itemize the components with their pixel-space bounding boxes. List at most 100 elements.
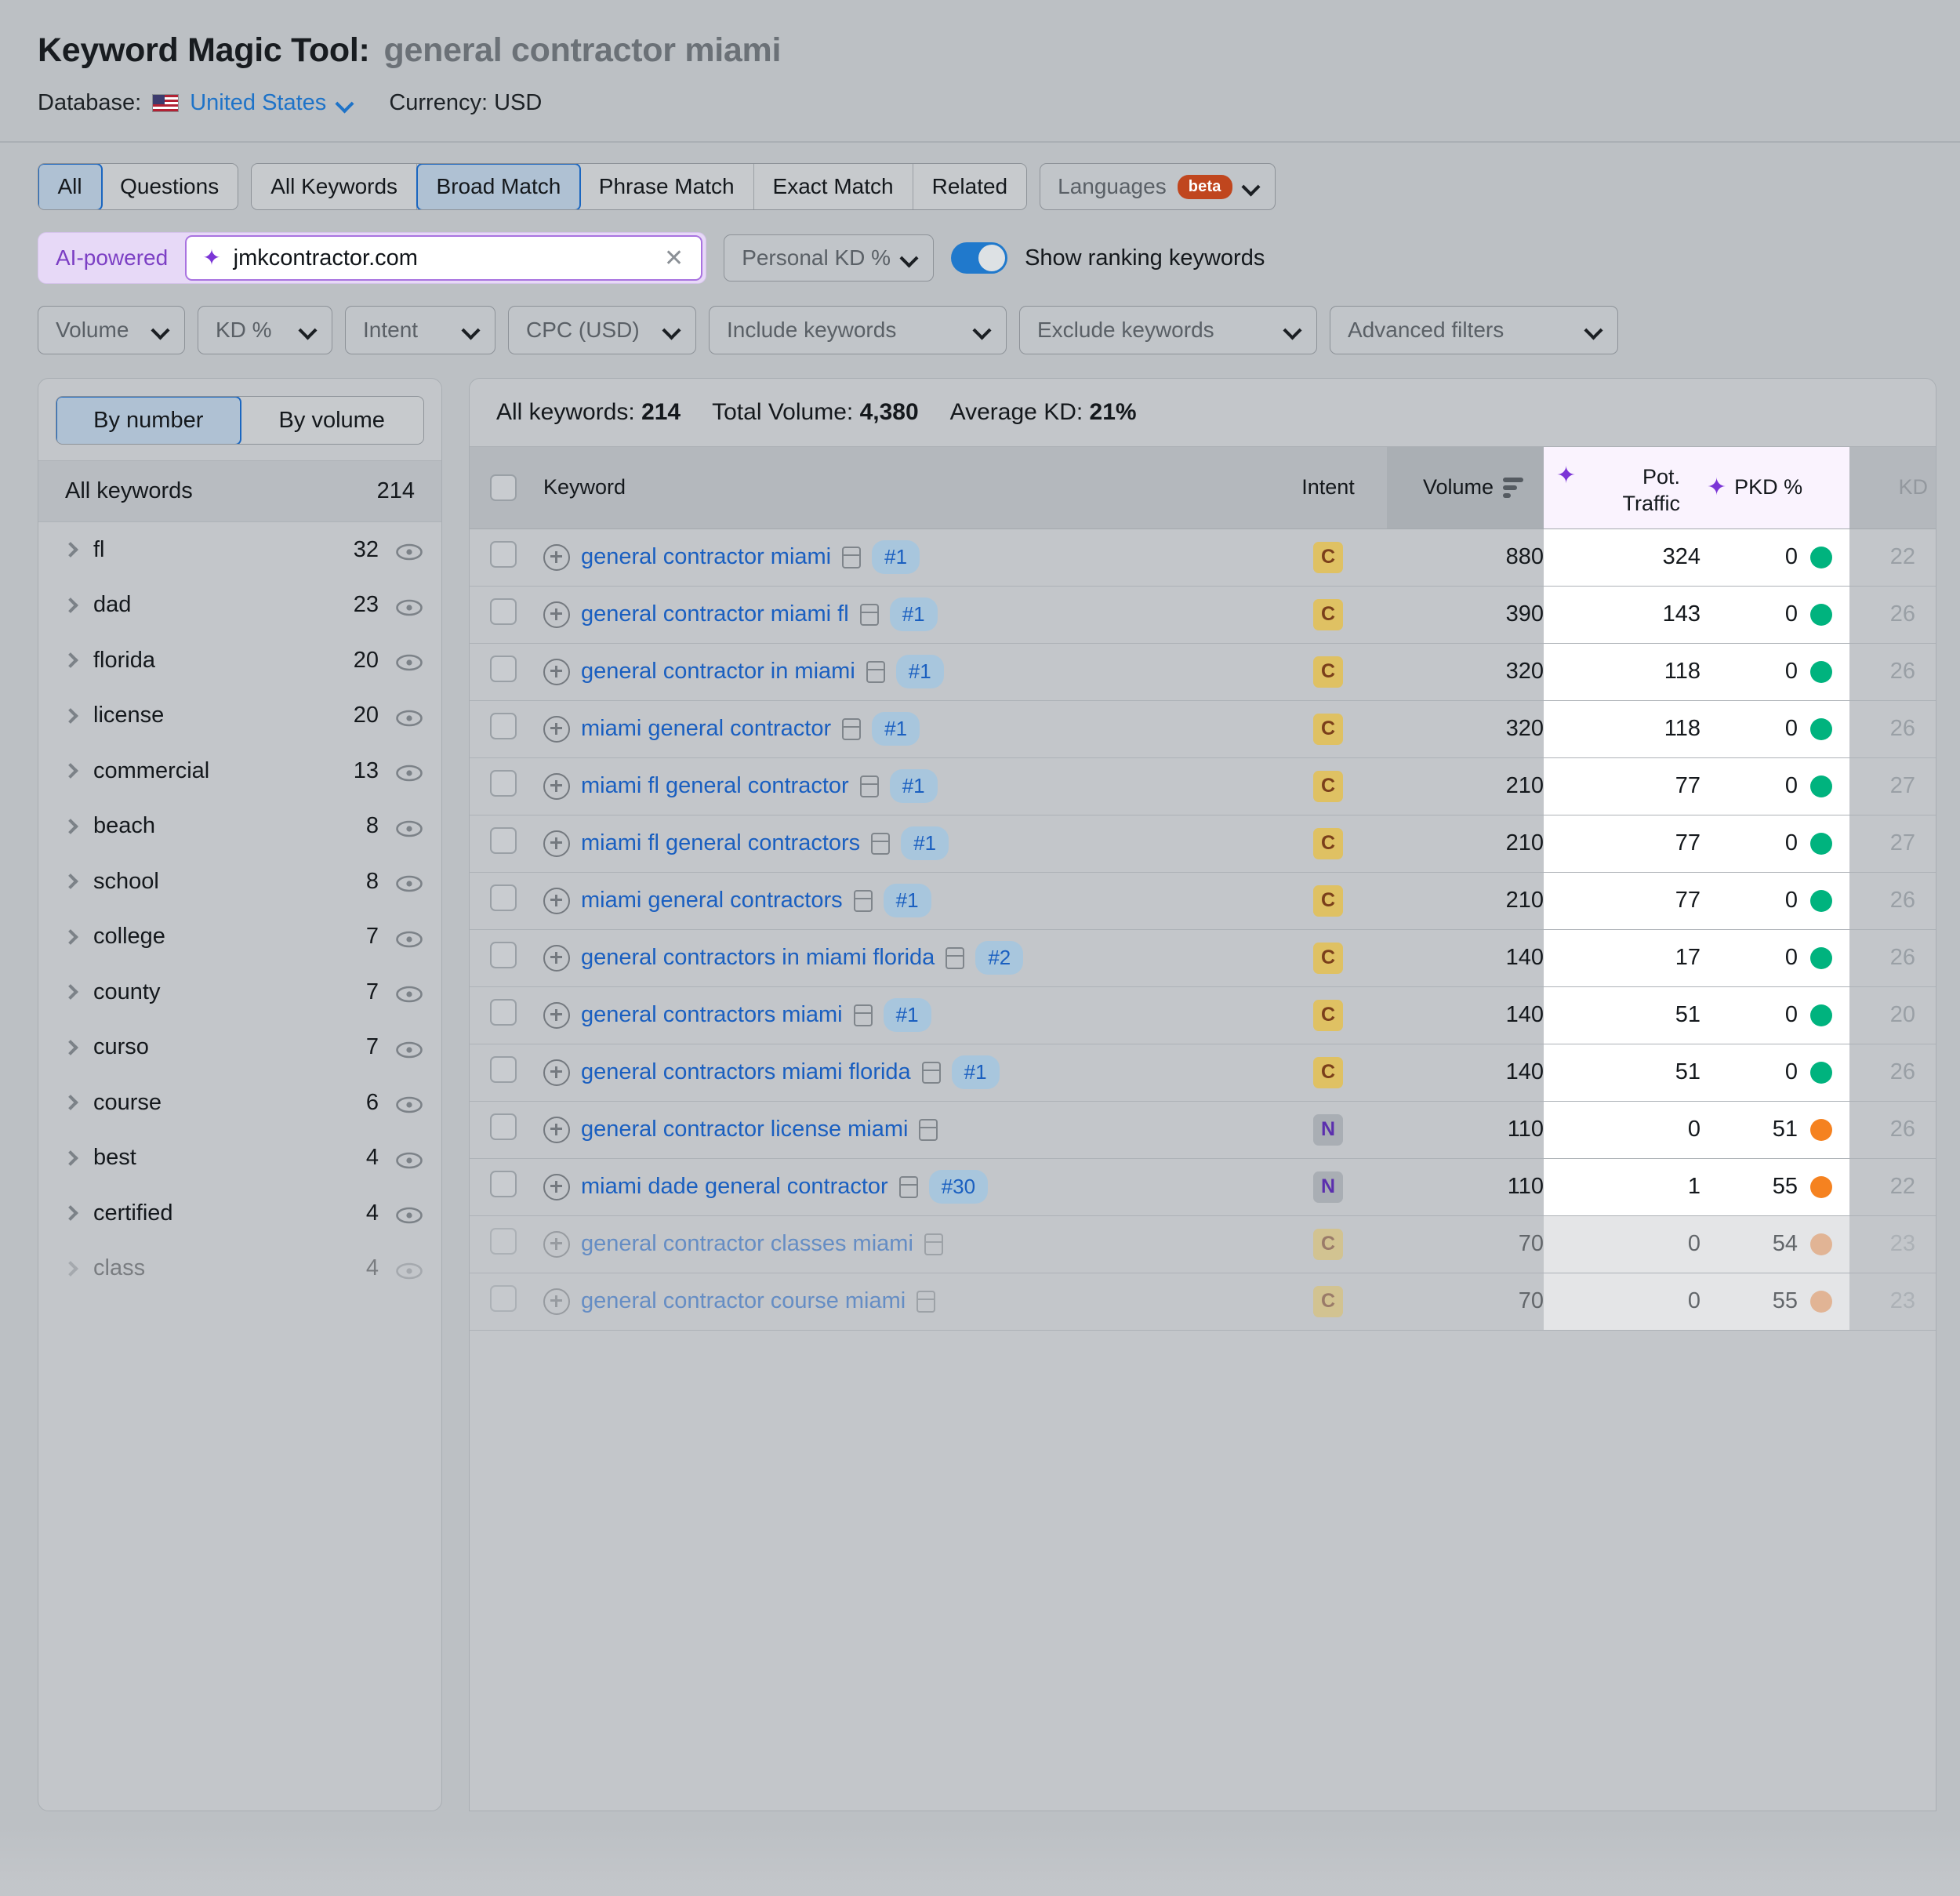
table-row[interactable]: miami general contractor #1 C 320 118 0 26 xyxy=(470,700,1936,758)
intent-badge[interactable]: C xyxy=(1313,827,1343,859)
sidebar-group-fl[interactable]: fl 32 xyxy=(38,522,441,578)
keyword-link[interactable]: general contractor in miami xyxy=(581,659,855,685)
keyword-link[interactable]: miami dade general contractor xyxy=(581,1174,888,1200)
tab-exact-match[interactable]: Exact Match xyxy=(753,164,913,209)
row-checkbox[interactable] xyxy=(490,1284,517,1312)
chevron-down-icon[interactable] xyxy=(1285,323,1299,337)
add-keyword-icon[interactable] xyxy=(543,1230,570,1258)
chevron-right-icon[interactable] xyxy=(63,652,78,669)
serp-preview-icon[interactable] xyxy=(853,889,873,912)
intent-badge[interactable]: C xyxy=(1313,884,1343,917)
eye-icon[interactable] xyxy=(396,541,423,561)
eye-icon[interactable] xyxy=(396,1260,423,1280)
add-keyword-icon[interactable] xyxy=(543,1001,570,1029)
eye-icon[interactable] xyxy=(396,597,423,616)
eye-icon[interactable] xyxy=(396,652,423,671)
column-intent[interactable]: Intent xyxy=(1269,447,1387,529)
serp-preview-icon[interactable] xyxy=(842,546,862,568)
eye-icon[interactable] xyxy=(396,818,423,837)
serp-preview-icon[interactable] xyxy=(853,1004,873,1026)
serp-preview-icon[interactable] xyxy=(921,1061,941,1084)
chevron-down-icon[interactable] xyxy=(463,323,477,337)
keyword-link[interactable]: general contractor classes miami xyxy=(581,1231,913,1257)
serp-rank-badge[interactable]: #1 xyxy=(883,884,931,917)
chevron-down-icon[interactable] xyxy=(1586,323,1600,337)
chevron-right-icon[interactable] xyxy=(63,984,78,1001)
keyword-link[interactable]: general contractor license miami xyxy=(581,1117,908,1142)
add-keyword-icon[interactable] xyxy=(543,715,570,743)
intent-badge[interactable]: C xyxy=(1313,1285,1343,1317)
filter-include-keywords[interactable]: Include keywords xyxy=(709,306,1007,354)
select-all-checkbox[interactable] xyxy=(490,474,517,501)
serp-rank-badge[interactable]: #1 xyxy=(895,655,944,688)
sidebar-group-school[interactable]: school 8 xyxy=(38,854,441,910)
chevron-down-icon[interactable] xyxy=(337,96,351,111)
add-keyword-icon[interactable] xyxy=(543,1116,570,1143)
chevron-right-icon[interactable] xyxy=(63,928,78,945)
filter-volume[interactable]: Volume xyxy=(38,306,185,354)
add-keyword-icon[interactable] xyxy=(543,658,570,685)
add-keyword-icon[interactable] xyxy=(543,543,570,571)
table-row[interactable]: general contractor license miami N 110 0 51 2… xyxy=(470,1101,1936,1159)
intent-badge[interactable]: C xyxy=(1313,999,1343,1031)
sidebar-group-certified[interactable]: certified 4 xyxy=(38,1186,441,1241)
add-keyword-icon[interactable] xyxy=(543,601,570,628)
sort-descending-icon[interactable] xyxy=(1503,477,1523,498)
clear-icon[interactable]: ✕ xyxy=(661,245,687,272)
eye-icon[interactable] xyxy=(396,928,423,948)
serp-rank-badge[interactable]: #1 xyxy=(883,998,931,1032)
chevron-down-icon[interactable] xyxy=(153,323,167,337)
chevron-right-icon[interactable] xyxy=(63,542,78,558)
row-checkbox[interactable] xyxy=(490,826,517,854)
table-row[interactable]: miami fl general contractor #1 C 210 77 0 27 xyxy=(470,757,1936,815)
keyword-link[interactable]: general contractor miami fl xyxy=(581,601,849,627)
table-row[interactable]: general contractors miami #1 C 140 51 0 20 xyxy=(470,986,1936,1044)
tab-questions[interactable]: Questions xyxy=(101,164,238,209)
serp-preview-icon[interactable] xyxy=(946,946,965,969)
filter-cpc[interactable]: CPC (USD) xyxy=(508,306,696,354)
table-row[interactable]: general contractor miami fl #1 C 390 143 0 26 xyxy=(470,586,1936,644)
row-checkbox[interactable] xyxy=(490,884,517,911)
sidebar-item-all-keywords[interactable]: All keywords 214 xyxy=(38,460,441,522)
intent-badge[interactable]: N xyxy=(1313,1171,1343,1203)
row-checkbox[interactable] xyxy=(490,597,517,625)
eye-icon[interactable] xyxy=(396,762,423,782)
serp-preview-icon[interactable] xyxy=(859,603,879,626)
filter-advanced[interactable]: Advanced filters xyxy=(1330,306,1618,354)
table-row[interactable]: general contractor in miami #1 C 320 118 0 26 xyxy=(470,643,1936,701)
add-keyword-icon[interactable] xyxy=(543,887,570,914)
sidebar-group-course[interactable]: course 6 xyxy=(38,1075,441,1131)
intent-badge[interactable]: C xyxy=(1313,1056,1343,1088)
add-keyword-icon[interactable] xyxy=(543,772,570,800)
chevron-right-icon[interactable] xyxy=(63,763,78,779)
serp-rank-badge[interactable]: #1 xyxy=(951,1055,1000,1089)
serp-rank-badge[interactable]: #2 xyxy=(975,941,1024,975)
column-keyword[interactable]: Keyword xyxy=(537,447,1269,529)
serp-preview-icon[interactable] xyxy=(859,775,879,797)
serp-preview-icon[interactable] xyxy=(919,1118,938,1141)
serp-rank-badge[interactable]: #1 xyxy=(901,826,949,860)
serp-preview-icon[interactable] xyxy=(924,1233,943,1255)
serp-preview-icon[interactable] xyxy=(866,660,885,683)
table-row[interactable]: miami fl general contractors #1 C 210 77 0 27 xyxy=(470,815,1936,873)
serp-rank-badge[interactable]: #1 xyxy=(889,769,938,803)
keyword-link[interactable]: general contractors miami xyxy=(581,1002,843,1028)
column-pkd[interactable]: ✦ PKD % xyxy=(1700,447,1849,529)
show-ranking-keywords-toggle[interactable] xyxy=(951,242,1008,274)
tab-all-keywords[interactable]: All Keywords xyxy=(252,164,418,209)
serp-preview-icon[interactable] xyxy=(842,717,862,740)
row-checkbox[interactable] xyxy=(490,1170,517,1197)
table-row[interactable]: general contractors in miami florida #2 C 1… xyxy=(470,929,1936,987)
column-volume[interactable]: Volume xyxy=(1387,447,1544,529)
keyword-link[interactable]: general contractors miami florida xyxy=(581,1059,911,1085)
row-checkbox[interactable] xyxy=(490,1113,517,1140)
keyword-link[interactable]: general contractor course miami xyxy=(581,1288,906,1314)
table-row[interactable]: general contractor course miami C 70 0 55 23 xyxy=(470,1273,1936,1331)
chevron-down-icon[interactable] xyxy=(300,323,314,337)
eye-icon[interactable] xyxy=(396,983,423,1003)
database-selector[interactable]: United States xyxy=(190,90,326,116)
tab-related[interactable]: Related xyxy=(913,164,1027,209)
add-keyword-icon[interactable] xyxy=(543,1288,570,1315)
serp-rank-badge[interactable]: #1 xyxy=(889,597,938,631)
add-keyword-icon[interactable] xyxy=(543,1173,570,1200)
